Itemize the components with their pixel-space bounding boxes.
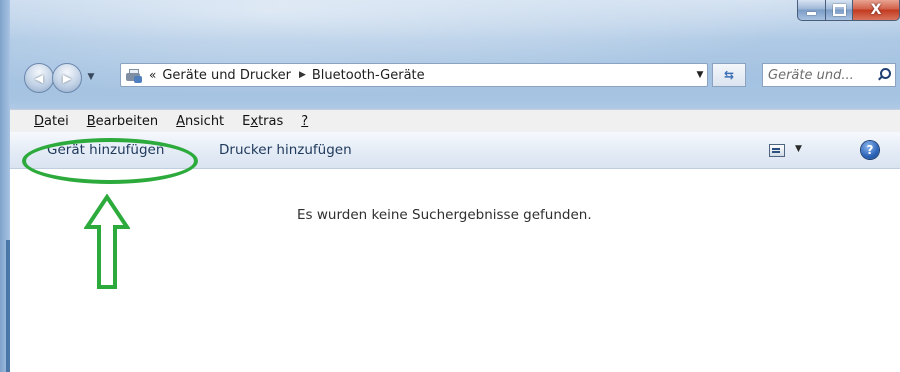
forward-button[interactable]: ▶	[52, 63, 82, 93]
chevron-down-icon: ▼	[87, 72, 95, 82]
help-icon[interactable]: ?	[861, 141, 879, 159]
maximize-button[interactable]	[826, 0, 853, 21]
annotation-highlight-ellipse	[22, 138, 198, 184]
refresh-icon: ⇆	[723, 68, 735, 82]
menu-bar: Datei Bearbeiten Ansicht Extras ?	[10, 109, 900, 133]
menu-file[interactable]: Datei	[32, 114, 71, 129]
menu-help[interactable]: ?	[299, 114, 310, 129]
maximize-icon	[832, 4, 846, 16]
annotation-arrow-icon	[84, 194, 130, 289]
navigation-buttons: ◀ ▶ ▼	[24, 60, 134, 94]
address-dropdown-icon[interactable]: ▼	[693, 70, 707, 80]
file-list-area[interactable]: Es wurden keine Suchergebnisse gefunden.	[10, 169, 900, 372]
back-button[interactable]: ◀	[24, 63, 54, 93]
minimize-icon	[807, 11, 816, 15]
menu-view[interactable]: Ansicht	[174, 114, 226, 129]
back-arrow-icon: ◀	[34, 71, 44, 85]
devices-printers-icon	[125, 67, 143, 83]
minimize-button[interactable]	[797, 0, 826, 21]
change-view-icon[interactable]	[769, 144, 785, 157]
search-placeholder: Geräte und...	[768, 67, 854, 83]
breadcrumb-bluetooth-devices[interactable]: Bluetooth-Geräte	[312, 68, 425, 83]
search-icon[interactable]	[877, 68, 891, 82]
empty-results-message: Es wurden keine Suchergebnisse gefunden.	[297, 207, 592, 223]
add-printer-button[interactable]: Drucker hinzufügen	[219, 142, 352, 158]
address-bar[interactable]: « Geräte und Drucker ▶ Bluetooth-Geräte …	[120, 63, 708, 87]
breadcrumb-devices-printers[interactable]: Geräte und Drucker	[162, 68, 291, 83]
search-field[interactable]: Geräte und...	[762, 63, 896, 87]
view-options-dropdown-icon[interactable]: ▼	[795, 144, 802, 154]
forward-arrow-icon: ▶	[62, 71, 72, 85]
menu-tools[interactable]: Extras	[240, 114, 285, 129]
close-icon: X	[870, 2, 882, 18]
recent-pages-dropdown[interactable]: ▼	[84, 68, 98, 86]
close-button[interactable]: X	[853, 0, 900, 21]
breadcrumb-overflow-button[interactable]: «	[149, 68, 156, 82]
menu-edit[interactable]: Bearbeiten	[85, 114, 160, 129]
caption-buttons: X	[797, 0, 900, 22]
breadcrumb-separator-icon[interactable]: ▶	[299, 70, 306, 80]
refresh-button[interactable]: ⇆	[712, 63, 746, 87]
